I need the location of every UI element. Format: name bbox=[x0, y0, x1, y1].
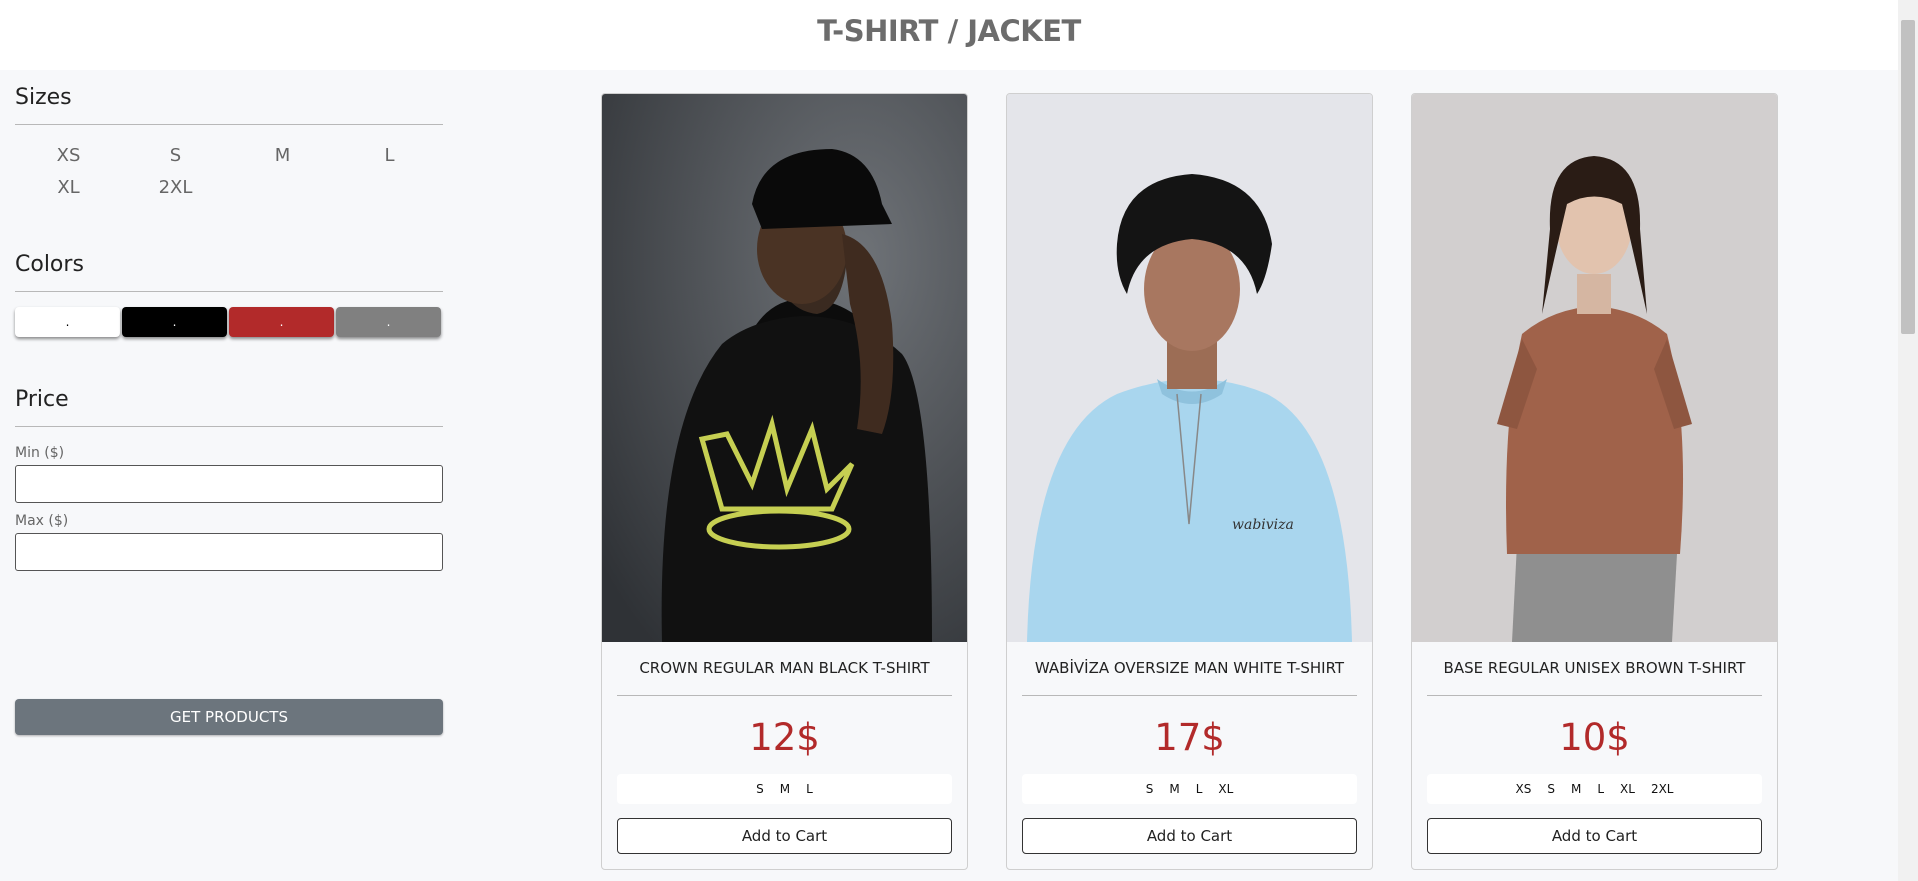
filter-sidebar: Sizes XS S M L XL 2XL Colors . . . . Pri… bbox=[0, 70, 458, 881]
max-price-input[interactable] bbox=[15, 533, 443, 571]
product-card: BASE REGULAR UNISEX BROWN T-SHIRT 10$ XS… bbox=[1411, 93, 1778, 870]
product-card: wabiviza WABİVİZA OVERSIZE MAN WHITE T-S… bbox=[1006, 93, 1373, 870]
product-size: M bbox=[1169, 782, 1180, 796]
size-option-2xl[interactable]: 2XL bbox=[122, 177, 229, 209]
size-option-xl[interactable]: XL bbox=[15, 177, 122, 209]
product-size: XL bbox=[1620, 782, 1635, 796]
sizes-filter: Sizes XS S M L XL 2XL bbox=[15, 85, 443, 209]
product-card: CROWN REGULAR MAN BLACK T-SHIRT 12$ S M … bbox=[601, 93, 968, 870]
color-swatch-black[interactable]: . bbox=[122, 307, 227, 337]
scrollbar-thumb[interactable] bbox=[1901, 20, 1915, 334]
size-option-s[interactable]: S bbox=[122, 145, 229, 177]
product-price: 12$ bbox=[749, 716, 820, 759]
product-size: S bbox=[756, 782, 764, 796]
product-image[interactable] bbox=[602, 94, 967, 642]
max-price-label: Max ($) bbox=[15, 513, 69, 529]
product-size: S bbox=[1145, 782, 1154, 796]
card-divider bbox=[1427, 695, 1762, 696]
size-option-l[interactable]: L bbox=[336, 145, 443, 177]
product-image[interactable] bbox=[1412, 94, 1777, 642]
price-heading: Price bbox=[15, 387, 443, 427]
product-size: XL bbox=[1218, 782, 1234, 796]
add-to-cart-button[interactable]: Add to Cart bbox=[617, 818, 952, 854]
min-price-input[interactable] bbox=[15, 465, 443, 503]
color-swatch-red[interactable]: . bbox=[229, 307, 334, 337]
product-size: L bbox=[1597, 782, 1605, 796]
product-name: CROWN REGULAR MAN BLACK T-SHIRT bbox=[639, 659, 930, 677]
size-option-xs[interactable]: XS bbox=[15, 145, 122, 177]
size-option-m[interactable]: M bbox=[229, 145, 336, 177]
min-price-label: Min ($) bbox=[15, 445, 65, 461]
product-size: L bbox=[1195, 782, 1203, 796]
product-size: M bbox=[779, 782, 791, 796]
page-scrollbar[interactable] bbox=[1898, 0, 1918, 881]
sizes-heading: Sizes bbox=[15, 85, 443, 125]
product-price: 17$ bbox=[1154, 716, 1225, 759]
add-to-cart-button[interactable]: Add to Cart bbox=[1022, 818, 1357, 854]
card-divider bbox=[1022, 695, 1357, 696]
card-divider bbox=[617, 695, 952, 696]
product-sizes: S M L XL bbox=[1022, 774, 1357, 804]
product-size: L bbox=[806, 782, 813, 796]
product-size: S bbox=[1547, 782, 1555, 796]
price-filter: Price Min ($) Max ($) bbox=[15, 387, 443, 571]
svg-text:wabiviza: wabiviza bbox=[1232, 517, 1294, 533]
color-swatch-white[interactable]: . bbox=[15, 307, 120, 337]
page-title: T-SHIRT / JACKET bbox=[817, 14, 1081, 48]
colors-heading: Colors bbox=[15, 252, 443, 292]
product-sizes: XS S M L XL 2XL bbox=[1427, 774, 1762, 804]
product-name: WABİVİZA OVERSIZE MAN WHITE T-SHIRT bbox=[1034, 659, 1345, 677]
product-size: XS bbox=[1515, 782, 1532, 796]
product-size: M bbox=[1570, 782, 1582, 796]
product-sizes: S M L bbox=[617, 774, 952, 804]
product-size: 2XL bbox=[1650, 782, 1674, 796]
colors-filter: Colors . . . . bbox=[15, 252, 443, 337]
get-products-button[interactable]: GET PRODUCTS bbox=[15, 699, 443, 735]
product-price: 10$ bbox=[1559, 716, 1630, 759]
add-to-cart-button[interactable]: Add to Cart bbox=[1427, 818, 1762, 854]
product-name: BASE REGULAR UNISEX BROWN T-SHIRT bbox=[1443, 659, 1746, 677]
product-image[interactable]: wabiviza bbox=[1007, 94, 1372, 642]
color-swatch-gray[interactable]: . bbox=[336, 307, 441, 337]
